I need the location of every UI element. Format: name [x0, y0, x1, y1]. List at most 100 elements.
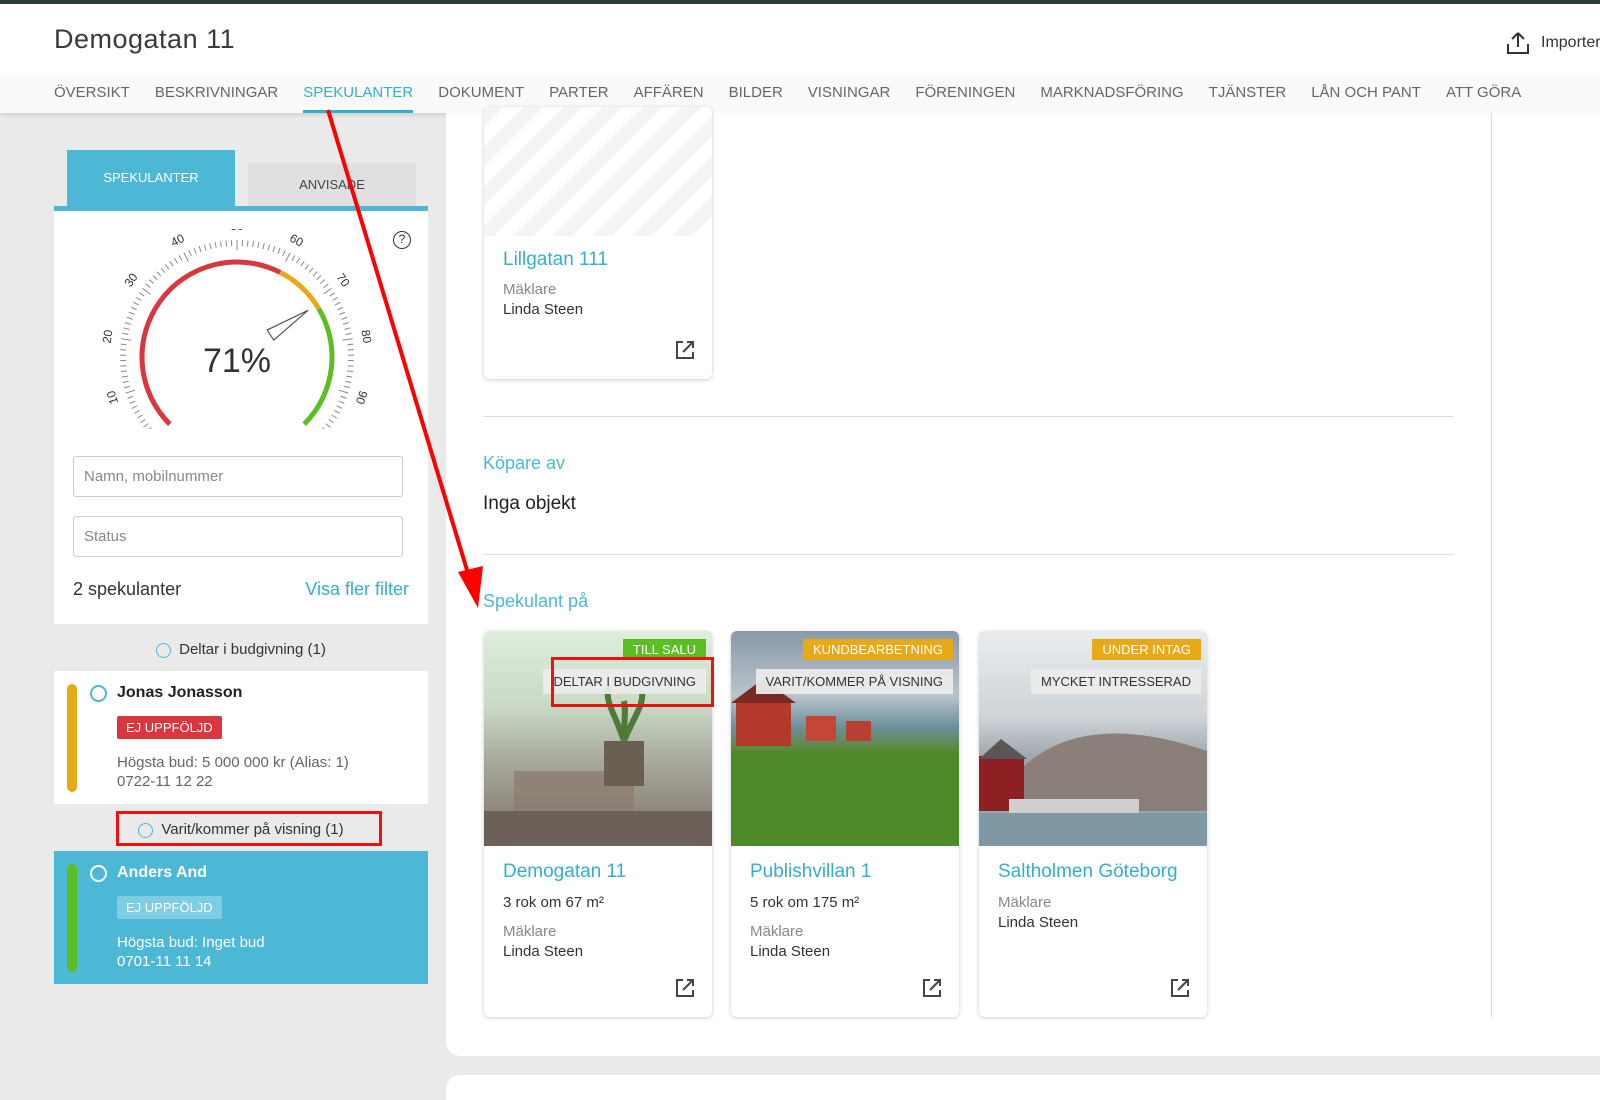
gauge-tick: [341, 316, 348, 320]
select-circle-icon[interactable]: [90, 865, 107, 882]
nav-tab-lån-och-pant[interactable]: LÅN OCH PANT: [1311, 75, 1421, 113]
divider: [1491, 113, 1492, 1018]
gauge-tick: [169, 260, 174, 267]
nav-tab-tjänster[interactable]: TJÄNSTER: [1209, 75, 1287, 113]
gauge-tick: [312, 271, 318, 277]
gauge-tick: [127, 395, 134, 399]
status-select[interactable]: Status: [73, 516, 403, 557]
gauge-tick: [129, 400, 136, 404]
gauge-tick: [143, 423, 149, 428]
tab-spekulanter[interactable]: SPEKULANTER: [67, 150, 235, 206]
gauge-tick: [291, 255, 296, 261]
gauge-tick: [136, 297, 142, 301]
select-circle-icon[interactable]: [90, 685, 107, 702]
gauge-tick: [340, 395, 347, 399]
interest-gauge: 71% 0102030405060708090100: [100, 229, 374, 429]
external-link-icon[interactable]: [674, 977, 696, 999]
help-icon[interactable]: ?: [393, 231, 411, 249]
property-rooms: 5 rok om 175 m²: [750, 894, 860, 911]
status-tag: UNDER INTAG: [1092, 639, 1201, 660]
gauge-tick: [152, 275, 158, 281]
prospect-card-selected[interactable]: Anders And EJ UPPFÖLJD Högsta bud: Inget…: [54, 851, 428, 984]
group-header-bidding[interactable]: Deltar i budgivning (1): [54, 624, 428, 671]
phone-number: 0722-11 12 22: [117, 773, 213, 790]
gauge-tick: [134, 410, 140, 414]
gauge-tick: [323, 287, 332, 295]
nav-tab-översikt[interactable]: ÖVERSIKT: [54, 75, 130, 113]
gauge-tick: [120, 370, 127, 373]
gauge-tick-label: 30: [121, 270, 140, 289]
property-title[interactable]: Publishvillan 1: [750, 861, 871, 883]
gauge-tick: [282, 250, 286, 257]
property-title[interactable]: Saltholmen Göteborg: [998, 861, 1178, 883]
gauge-tick: [130, 306, 137, 311]
gauge-tick-label: 80: [358, 329, 374, 345]
gauge-tick: [344, 327, 351, 330]
gauge-tick: [128, 311, 135, 315]
more-filter-link[interactable]: Visa fler filter: [305, 579, 409, 600]
prospect-card[interactable]: Jonas Jonasson EJ UPPFÖLJD Högsta bud: 5…: [54, 671, 428, 804]
gauge-tick: [136, 414, 143, 419]
gauge-tick: [257, 241, 260, 249]
property-card[interactable]: Lillgatan 111 Mäklare Linda Steen: [484, 107, 712, 379]
status-badge: EJ UPPFÖLJD: [117, 896, 222, 919]
highest-bid: Högsta bud: 5 000 000 kr (Alias: 1): [117, 754, 349, 771]
prospect-count: 2 spekulanter: [73, 579, 182, 599]
gauge-arc: [302, 307, 335, 426]
gauge-tick: [319, 279, 326, 284]
prospect-name: Jonas Jonasson: [117, 684, 243, 701]
broker-name: Linda Steen: [998, 914, 1079, 931]
highlight-box-bidding-tag: [551, 657, 714, 707]
gauge-tick: [120, 343, 127, 346]
nav-tab-bilder[interactable]: BILDER: [729, 75, 783, 113]
filter-box: ? 71% 0102030405060708090100 Namn, mobil…: [54, 211, 428, 624]
upload-icon: [1507, 32, 1529, 54]
gauge-tick: [339, 311, 346, 315]
gauge-tick: [267, 244, 271, 251]
gauge-tick: [125, 322, 132, 325]
search-input[interactable]: Namn, mobilnummer: [73, 456, 403, 497]
gauge-tick: [272, 246, 276, 253]
property-title[interactable]: Demogatan 11: [503, 861, 626, 883]
gauge-tick: [322, 427, 325, 429]
property-title[interactable]: Lillgatan 111: [503, 249, 608, 271]
gauge-tick-label: 60: [287, 231, 306, 250]
property-image: [731, 631, 959, 846]
nav-tab-visningar[interactable]: VISNINGAR: [808, 75, 891, 113]
highest-bid: Högsta bud: Inget bud: [117, 934, 265, 951]
gauge-tick: [203, 244, 207, 251]
property-card[interactable]: UNDER INTAG MYCKET INTRESSERAD Saltholme…: [979, 631, 1207, 1017]
gauge-tick: [122, 380, 129, 384]
gauge-tick: [342, 322, 349, 325]
gauge-tick: [316, 275, 322, 281]
nav-tab-marknadsföring[interactable]: MARKNADSFÖRING: [1040, 75, 1183, 113]
detail-panel: Lillgatan 111 Mäklare Linda Steen Köpare…: [446, 107, 1600, 1056]
property-card[interactable]: KUNDBEARBETNING VARIT/KOMMER PÅ VISNING …: [731, 631, 959, 1017]
external-link-icon[interactable]: [921, 977, 943, 999]
nav-tab-att-göra[interactable]: ATT GÖRA: [1446, 75, 1521, 113]
main-nav: ÖVERSIKT BESKRIVNINGAR SPEKULANTER DOKUMENT…: [0, 75, 1600, 113]
gauge-tick: [347, 343, 354, 346]
status-bar: [67, 684, 77, 792]
status-bar: [67, 864, 77, 972]
nav-tab-spekulanter[interactable]: SPEKULANTER: [303, 75, 414, 113]
tab-anvisade[interactable]: ANVISADE: [248, 163, 416, 206]
gauge-tick: [193, 248, 197, 254]
top-bar: Demogatan 11 Importer: [0, 0, 1600, 75]
boathouse-image: [979, 733, 1207, 846]
gauge-tick: [338, 400, 345, 404]
broker-name: Linda Steen: [503, 301, 584, 318]
page-title: Demogatan 11: [54, 24, 236, 54]
property-rooms: 3 rok om 67 m²: [503, 894, 604, 911]
broker-label: Mäklare: [503, 923, 557, 940]
radio-circle-icon: [156, 643, 172, 658]
gauge-tick: [329, 292, 336, 297]
nav-tab-föreningen[interactable]: FÖRENINGEN: [915, 75, 1015, 113]
gauge-tick-label: 10: [104, 389, 122, 406]
external-link-icon[interactable]: [674, 339, 696, 361]
import-button[interactable]: Importer: [1505, 30, 1600, 56]
nav-tab-beskrivningar[interactable]: BESKRIVNINGAR: [155, 75, 278, 113]
external-link-icon[interactable]: [1169, 977, 1191, 999]
gauge-tick: [139, 418, 146, 424]
broker-name: Linda Steen: [750, 943, 831, 960]
